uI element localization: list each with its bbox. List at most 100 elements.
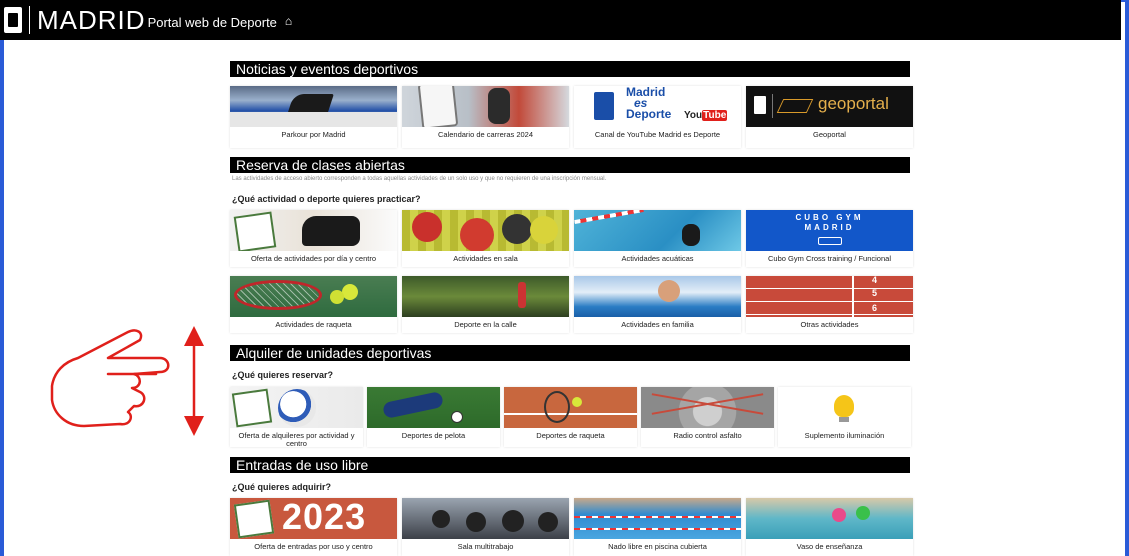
portal-title[interactable]: Portal web de Deporte — [148, 15, 277, 30]
section-heading-alquiler: Alquiler de unidades deportivas — [230, 345, 910, 361]
madrid-text: Madrid — [626, 86, 666, 99]
section-heading-entradas: Entradas de uso libre — [230, 457, 910, 473]
otras-actividades-image: 4 5 6 — [746, 276, 913, 317]
card-label: Nado libre en piscina cubierta — [608, 542, 707, 551]
card-deportes-raqueta[interactable]: Deportes de raqueta — [504, 387, 637, 447]
calendario-image — [402, 86, 569, 127]
card-label: Sala multitrabajo — [457, 542, 514, 551]
card-parkour[interactable]: Parkour por Madrid — [230, 86, 397, 148]
card-label: Parkour por Madrid — [281, 130, 346, 139]
card-label: Deporte en la calle — [454, 320, 517, 329]
geoportal-image: geoportal — [746, 86, 913, 127]
section-heading-noticias: Noticias y eventos deportivos — [230, 61, 910, 77]
football-icon — [278, 389, 316, 427]
crest-icon — [754, 96, 766, 114]
cubo-gym-city: MADRID — [804, 223, 855, 232]
card-label: Deportes de raqueta — [536, 431, 605, 440]
section-heading-reserva: Reserva de clases abiertas — [230, 157, 910, 173]
card-oferta-actividades[interactable]: Oferta de actividades por día y centro — [230, 210, 397, 267]
cubo-gym-title: CUBO GYM — [795, 213, 864, 222]
reserva-question: ¿Qué actividad o deporte quieres practic… — [232, 194, 421, 204]
actividades-familia-image — [574, 276, 741, 317]
alquiler-question: ¿Qué quieres reservar? — [232, 370, 334, 380]
lightbulb-icon — [834, 395, 854, 417]
youtube-you: You — [684, 110, 703, 121]
card-radio-control[interactable]: Radio control asfalto — [641, 387, 774, 447]
calendar-icon — [231, 388, 273, 428]
card-label: Canal de YouTube Madrid es Deporte — [594, 130, 721, 139]
card-label: Calendario de carreras 2024 — [437, 130, 534, 139]
card-label: Oferta de entradas por uso y centro — [254, 542, 373, 551]
madrid-crest-logo[interactable] — [4, 7, 22, 33]
madrid-es-deporte-image: Madrid es Deporte YouTube — [574, 86, 741, 127]
pointing-hand-annotation — [50, 326, 204, 436]
suplemento-iluminacion-image — [778, 387, 911, 428]
card-actividades-acuaticas[interactable]: Actividades acuáticas — [574, 210, 741, 267]
hand-outline — [50, 329, 170, 428]
track-number-4: 4 — [872, 276, 878, 285]
radio-control-image — [641, 387, 774, 428]
actividades-acuaticas-image — [574, 210, 741, 251]
card-label: Deportes de pelota — [401, 431, 466, 440]
card-sala-multitrabajo[interactable]: Sala multitrabajo — [402, 498, 569, 556]
logo-separator — [29, 6, 30, 34]
card-label: Suplemento iluminación — [804, 431, 885, 440]
deportes-raqueta-image — [504, 387, 637, 428]
parkour-image — [230, 86, 397, 127]
oferta-alquileres-image — [230, 387, 363, 428]
calendar-icon — [233, 211, 277, 251]
card-suplemento-iluminacion[interactable]: Suplemento iluminación — [778, 387, 911, 447]
oferta-actividades-image — [230, 210, 397, 251]
oferta-entradas-image: 2023 — [230, 498, 397, 539]
card-nado-libre[interactable]: Nado libre en piscina cubierta — [574, 498, 741, 556]
geoportal-text: geoportal — [818, 94, 889, 113]
madrid-brand[interactable]: MADRID — [37, 5, 146, 36]
raqueta-image — [230, 276, 397, 317]
arrow-down-head — [184, 416, 204, 436]
card-label: Actividades acuáticas — [621, 254, 694, 263]
card-label: Oferta de alquileres por actividad y cen… — [238, 431, 355, 448]
card-label: Oferta de actividades por día y centro — [250, 254, 377, 263]
card-geoportal[interactable]: geoportal Geoportal — [746, 86, 913, 148]
reserva-note: Las actividades de acceso abierto corres… — [232, 176, 607, 182]
madrid-crest-icon — [594, 92, 614, 120]
year-text: 2023 — [282, 498, 367, 537]
dumbbell-icon — [818, 237, 842, 245]
sala-multitrabajo-image — [402, 498, 569, 539]
card-raqueta[interactable]: Actividades de raqueta — [230, 276, 397, 333]
card-label: Cubo Gym Cross training / Funcional — [768, 254, 891, 263]
deporte-text: Deporte — [626, 107, 672, 121]
card-deportes-pelota[interactable]: Deportes de pelota — [367, 387, 500, 447]
card-vaso-ensenanza[interactable]: Vaso de enseñanza — [746, 498, 913, 556]
card-calendario[interactable]: Calendario de carreras 2024 — [402, 86, 569, 148]
entradas-question: ¿Qué quieres adquirir? — [232, 482, 332, 492]
cubo-gym-image: CUBO GYM MADRID — [746, 210, 913, 251]
deportes-pelota-image — [367, 387, 500, 428]
card-oferta-entradas[interactable]: 2023 Oferta de entradas por uso y centro — [230, 498, 397, 556]
track-number-6: 6 — [872, 303, 878, 313]
card-label: Vaso de enseñanza — [796, 542, 863, 551]
card-otras-actividades[interactable]: 4 5 6 Otras actividades — [746, 276, 913, 333]
card-label: Actividades de raqueta — [275, 320, 352, 329]
youtube-tube: Tube — [702, 110, 728, 121]
deporte-calle-image — [402, 276, 569, 317]
nado-libre-image — [574, 498, 741, 539]
track-number-5: 5 — [872, 288, 878, 298]
card-cubo-gym[interactable]: CUBO GYM MADRID Cubo Gym Cross training … — [746, 210, 913, 267]
card-label: Otras actividades — [800, 320, 859, 329]
arrow-up-head — [184, 326, 204, 346]
card-youtube[interactable]: Madrid es Deporte YouTube Canal de YouTu… — [574, 86, 741, 148]
top-bar: MADRID Portal web de Deporte ⌂ — [0, 0, 1121, 40]
vaso-ensenanza-image — [746, 498, 913, 539]
map-icon — [776, 99, 814, 113]
card-deporte-calle[interactable]: Deporte en la calle — [402, 276, 569, 333]
home-icon[interactable]: ⌂ — [285, 14, 292, 28]
card-actividades-familia[interactable]: Actividades en familia — [574, 276, 741, 333]
card-actividades-sala[interactable]: Actividades en sala — [402, 210, 569, 267]
card-label: Radio control asfalto — [673, 431, 742, 440]
actividades-sala-image — [402, 210, 569, 251]
card-oferta-alquileres[interactable]: Oferta de alquileres por actividad y cen… — [230, 387, 363, 448]
card-label: Actividades en familia — [621, 320, 694, 329]
card-label: Geoportal — [813, 130, 846, 139]
card-label: Actividades en sala — [453, 254, 518, 263]
